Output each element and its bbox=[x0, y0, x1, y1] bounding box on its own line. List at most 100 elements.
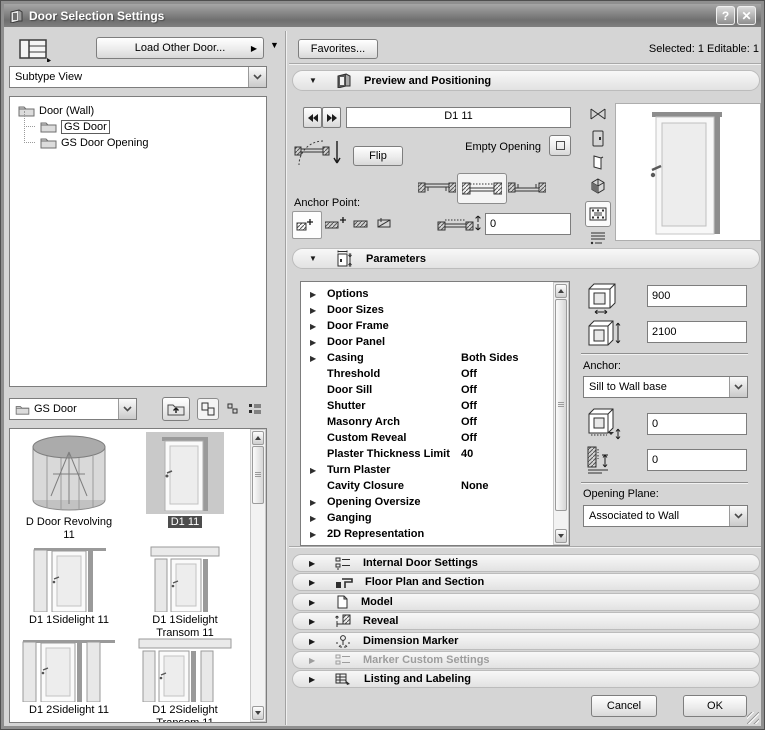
param-row[interactable]: Door SillOff bbox=[301, 382, 569, 398]
header-offset-input[interactable] bbox=[647, 449, 747, 471]
section-dimension-marker[interactable]: ▶ Dimension Marker bbox=[292, 632, 760, 650]
chevron-down-icon[interactable] bbox=[248, 67, 266, 87]
list-item[interactable]: D1 1Sidelight 11 bbox=[12, 544, 126, 627]
param-row[interactable]: ▶Options bbox=[301, 286, 569, 302]
close-button[interactable]: ✕ bbox=[737, 6, 756, 25]
anchor-point-free-icon[interactable] bbox=[376, 216, 393, 230]
list-item[interactable]: D1 2Sidelight 11 bbox=[12, 636, 126, 717]
param-row[interactable]: ▶Turn Plaster bbox=[301, 462, 569, 478]
list-item[interactable]: D Door Revolving 11 bbox=[12, 432, 126, 542]
load-other-door-button[interactable]: Load Other Door... ▶ bbox=[96, 37, 264, 59]
list-item[interactable]: D1 1Sidelight Transom 11 bbox=[128, 544, 242, 640]
expand-icon[interactable]: ▶ bbox=[310, 498, 316, 507]
section-floor-plan-and-section[interactable]: ▶ Floor Plan and Section bbox=[292, 573, 760, 591]
expand-icon[interactable]: ▶ bbox=[310, 322, 316, 331]
expand-icon[interactable]: ▶ bbox=[310, 514, 316, 523]
expand-icon[interactable]: ▶ bbox=[310, 530, 316, 539]
expand-icon[interactable]: ▶ bbox=[310, 354, 316, 363]
scroll-down-icon[interactable] bbox=[252, 706, 264, 720]
param-row[interactable]: ▶Ganging bbox=[301, 510, 569, 526]
scroll-down-icon[interactable] bbox=[555, 529, 567, 543]
flip-button[interactable]: Flip bbox=[353, 146, 403, 166]
param-row[interactable]: ShutterOff bbox=[301, 398, 569, 414]
section-parameters[interactable]: ▼ Parameters bbox=[292, 248, 760, 269]
param-row[interactable]: ▶Door Frame bbox=[301, 318, 569, 334]
previous-item-button[interactable] bbox=[303, 107, 322, 128]
param-row[interactable]: Plaster Thickness Limit40 bbox=[301, 446, 569, 462]
param-row[interactable]: ▶Door Panel bbox=[301, 334, 569, 350]
wall-position-center-icon[interactable] bbox=[457, 173, 507, 204]
section-reveal[interactable]: ▶ Reveal bbox=[292, 612, 760, 630]
view-small-icons-button[interactable] bbox=[222, 398, 244, 420]
library-thumbnail-list[interactable]: D Door Revolving 11 D1 11 bbox=[9, 428, 267, 723]
list-item-selected[interactable]: D1 11 bbox=[128, 432, 242, 529]
section-listing-and-labeling[interactable]: ▶ Listing and Labeling bbox=[292, 670, 760, 688]
title-bar[interactable]: Door Selection Settings ? ✕ bbox=[4, 4, 761, 27]
preview-mode-3d-door-icon[interactable] bbox=[590, 154, 605, 171]
anchor-point-center-icon[interactable] bbox=[325, 215, 349, 231]
param-row[interactable]: ▶Door Sizes bbox=[301, 302, 569, 318]
anchor-point-right-icon[interactable] bbox=[353, 218, 369, 230]
library-folder-combo[interactable]: GS Door bbox=[9, 398, 137, 420]
door-width-input[interactable] bbox=[647, 285, 747, 307]
resize-grip[interactable] bbox=[747, 712, 759, 724]
thumb-label: D1 2Sidelight 11 bbox=[15, 704, 123, 717]
scrollbar-thumb[interactable] bbox=[555, 299, 567, 511]
subtype-view-combo[interactable]: Subtype View bbox=[9, 66, 267, 88]
list-item[interactable]: D1 2Sidelight Transom 11 bbox=[128, 636, 242, 723]
anchor-combo[interactable]: Sill to Wall base bbox=[583, 376, 748, 398]
tree-item-gs-door-opening[interactable]: GS Door Opening bbox=[40, 135, 148, 150]
preview-mode-info-icon[interactable] bbox=[589, 231, 607, 245]
thumbnail-scrollbar[interactable] bbox=[250, 429, 266, 722]
expand-icon[interactable]: ▶ bbox=[310, 306, 316, 315]
view-large-icons-button[interactable] bbox=[197, 398, 219, 420]
section-internal-door-settings[interactable]: ▶ Internal Door Settings bbox=[292, 554, 760, 572]
expand-icon[interactable]: ▶ bbox=[310, 338, 316, 347]
param-row[interactable]: ThresholdOff bbox=[301, 366, 569, 382]
chevron-down-icon[interactable] bbox=[729, 377, 747, 397]
view-details-button[interactable] bbox=[244, 398, 266, 420]
window-title: Door Selection Settings bbox=[29, 9, 714, 23]
section-preview-positioning[interactable]: ▼ Preview and Positioning bbox=[292, 70, 760, 91]
preview-mode-elevation-icon[interactable] bbox=[590, 130, 606, 147]
next-item-button[interactable] bbox=[322, 107, 341, 128]
param-row[interactable]: Custom RevealOff bbox=[301, 430, 569, 446]
cancel-button[interactable]: Cancel bbox=[591, 695, 657, 717]
parameter-list[interactable]: ▶Options ▶Door Sizes ▶Door Frame ▶Door P… bbox=[300, 281, 570, 546]
scroll-up-icon[interactable] bbox=[252, 431, 264, 445]
param-row[interactable]: ▶Opening Oversize bbox=[301, 494, 569, 510]
param-row[interactable]: ▶2D Representation bbox=[301, 526, 569, 542]
expand-icon[interactable]: ▶ bbox=[310, 290, 316, 299]
collapse-left-panel-icon[interactable]: ▼ bbox=[270, 40, 279, 50]
preview-mode-plan-icon[interactable] bbox=[589, 106, 607, 122]
chevron-down-icon[interactable] bbox=[118, 399, 136, 419]
favorites-button[interactable]: Favorites... bbox=[298, 39, 378, 59]
door-height-input[interactable] bbox=[647, 321, 747, 343]
sill-offset-input[interactable] bbox=[485, 213, 571, 235]
subtype-tree[interactable]: Door (Wall) GS Door GS Door Opening bbox=[9, 96, 267, 387]
wall-position-inner-icon[interactable] bbox=[508, 179, 546, 199]
dialog-view-options-button[interactable] bbox=[17, 37, 53, 63]
section-model[interactable]: ▶ Model bbox=[292, 593, 760, 611]
ok-button[interactable]: OK bbox=[683, 695, 747, 717]
tree-item-gs-door[interactable]: GS Door bbox=[40, 119, 110, 134]
expand-icon[interactable]: ▶ bbox=[310, 466, 316, 475]
opening-plane-combo[interactable]: Associated to Wall bbox=[583, 505, 748, 527]
scrollbar-thumb[interactable] bbox=[252, 446, 264, 504]
up-one-level-button[interactable] bbox=[162, 397, 190, 421]
library-folder-value: GS Door bbox=[34, 403, 77, 415]
door-sidelight1-thumb bbox=[30, 544, 108, 612]
preview-mode-picture-icon[interactable] bbox=[585, 201, 611, 227]
chevron-down-icon[interactable] bbox=[729, 506, 747, 526]
empty-opening-checkbox[interactable] bbox=[549, 135, 571, 156]
param-row[interactable]: Masonry ArchOff bbox=[301, 414, 569, 430]
scroll-up-icon[interactable] bbox=[555, 284, 567, 298]
wall-position-outer-icon[interactable] bbox=[418, 179, 456, 199]
param-row[interactable]: Cavity ClosureNone bbox=[301, 478, 569, 494]
preview-mode-3d-view-icon[interactable] bbox=[590, 178, 606, 195]
sill-to-base-input[interactable] bbox=[647, 413, 747, 435]
param-row[interactable]: ▶CasingBoth Sides bbox=[301, 350, 569, 366]
anchor-point-left-icon[interactable] bbox=[292, 211, 322, 239]
help-button[interactable]: ? bbox=[716, 6, 735, 25]
parameter-scrollbar[interactable] bbox=[553, 282, 569, 545]
